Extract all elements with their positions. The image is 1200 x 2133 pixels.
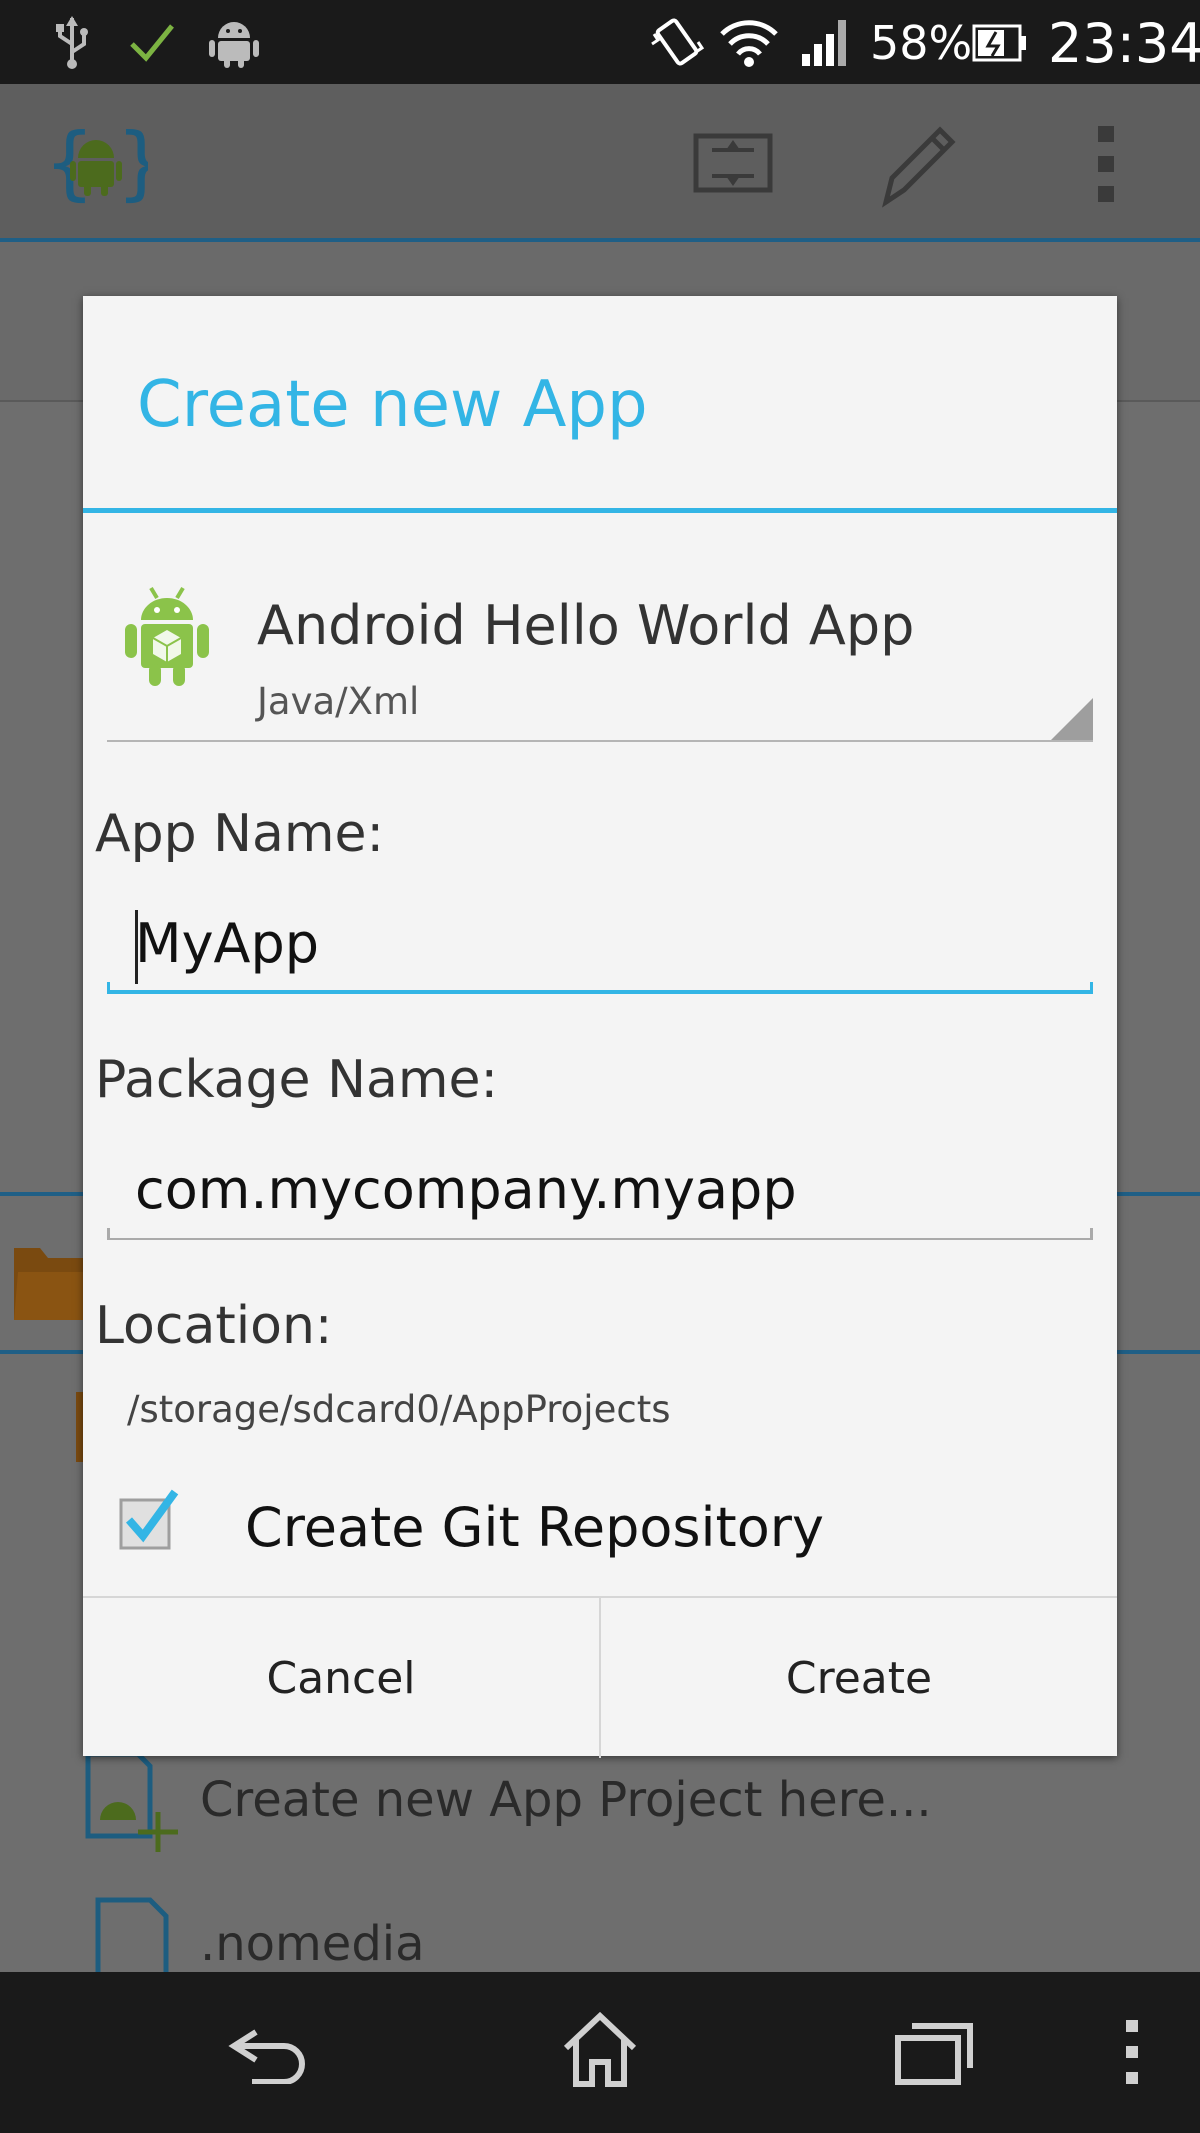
dialog-title: Create new App (137, 368, 648, 442)
battery-percent: 58% (870, 16, 973, 70)
clock: 23:34 (1048, 12, 1200, 75)
new-project-icon (85, 1751, 178, 1852)
template-spinner[interactable]: Android Hello World App Java/Xml (107, 546, 1093, 746)
menu-icon[interactable] (1124, 2020, 1140, 2084)
title-divider (83, 508, 1117, 513)
android-debug-icon (209, 22, 259, 68)
check-icon (130, 24, 174, 62)
input-underline (107, 990, 1093, 994)
list-item[interactable]: .nomedia (0, 1896, 1200, 1976)
input-tick (1090, 1228, 1093, 1240)
spinner-underline (107, 740, 1093, 742)
file-icon (95, 1897, 169, 1976)
git-repository-option[interactable]: Create Git Repository (117, 1476, 1017, 1576)
folder-icon (14, 1248, 84, 1320)
list-item-label: Create new App Project here... (200, 1772, 932, 1828)
package-name-input[interactable]: com.mycompany.myapp (107, 1140, 1093, 1240)
battery-icon (972, 24, 1026, 62)
swap-icon[interactable] (692, 130, 774, 196)
app-logo-icon: { } (44, 118, 148, 209)
location-label: Location: (95, 1296, 333, 1356)
input-tick (107, 1228, 110, 1240)
list-item-label: .nomedia (200, 1916, 425, 1972)
android-template-icon (125, 586, 209, 686)
signal-icon (802, 20, 846, 66)
package-name-value: com.mycompany.myapp (135, 1158, 797, 1221)
back-icon[interactable] (226, 2024, 310, 2084)
usb-icon (56, 16, 88, 69)
app-action-bar: { } (0, 84, 1200, 240)
navigation-bar (0, 1972, 1200, 2133)
spinner-arrow-icon (1051, 698, 1093, 740)
dialog-button-bar: Cancel Create (83, 1596, 1117, 1758)
package-name-label: Package Name: (95, 1050, 498, 1110)
app-name-input[interactable]: MyApp (107, 894, 1093, 994)
home-icon[interactable] (560, 2012, 640, 2088)
create-button[interactable]: Create (601, 1598, 1117, 1758)
input-tick (1090, 982, 1093, 994)
vibrate-icon (651, 18, 705, 66)
wifi-icon (720, 20, 778, 67)
create-app-dialog: Create new App Android Hello World App J… (83, 296, 1117, 1758)
overflow-menu-icon[interactable] (1096, 126, 1116, 202)
template-language: Java/Xml (257, 680, 420, 723)
location-value: /storage/sdcard0/AppProjects (127, 1388, 671, 1431)
git-checkbox-label: Create Git Repository (245, 1496, 824, 1559)
recent-apps-icon[interactable] (894, 2020, 974, 2086)
app-name-label: App Name: (95, 804, 385, 864)
status-bar: 58% 23:34 (0, 0, 1200, 84)
input-tick (107, 982, 110, 994)
edit-icon[interactable] (872, 116, 964, 208)
app-name-value: MyApp (135, 912, 320, 975)
input-underline (107, 1238, 1093, 1240)
list-item[interactable]: Create new App Project here... (0, 1750, 1200, 1860)
git-checkbox[interactable] (117, 1486, 181, 1554)
template-name: Android Hello World App (257, 594, 915, 657)
cancel-button[interactable]: Cancel (83, 1598, 599, 1758)
